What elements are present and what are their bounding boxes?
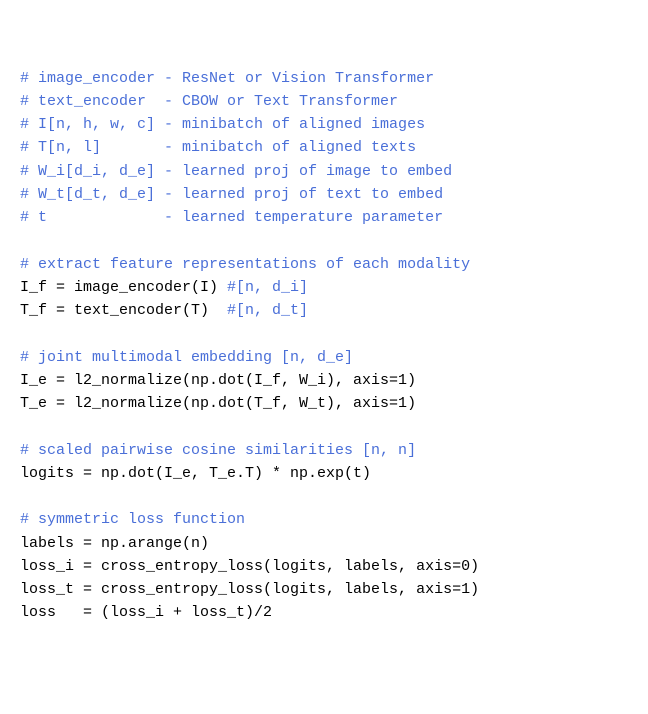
code-line: # W_t[d_t, d_e] - learned proj of text t…: [20, 183, 628, 206]
comment-text: # symmetric loss function: [20, 511, 245, 528]
code-line: T_f = text_encoder(T) #[n, d_t]: [20, 299, 628, 322]
comment-text: #[n, d_t]: [227, 302, 308, 319]
code-line: # W_i[d_i, d_e] - learned proj of image …: [20, 160, 628, 183]
code-line: I_f = image_encoder(I) #[n, d_i]: [20, 276, 628, 299]
code-line: # joint multimodal embedding [n, d_e]: [20, 346, 628, 369]
code-line: # t - learned temperature parameter: [20, 206, 628, 229]
comment-text: # text_encoder - CBOW or Text Transforme…: [20, 93, 398, 110]
code-line: I_e = l2_normalize(np.dot(I_f, W_i), axi…: [20, 369, 628, 392]
code-text: T_f = text_encoder(T): [20, 302, 227, 319]
code-line: [20, 485, 628, 508]
comment-text: # t - learned temperature parameter: [20, 209, 443, 226]
comment-text: # joint multimodal embedding [n, d_e]: [20, 349, 353, 366]
code-line: labels = np.arange(n): [20, 532, 628, 555]
code-text: loss_i = cross_entropy_loss(logits, labe…: [20, 558, 479, 575]
code-text: loss = (loss_i + loss_t)/2: [20, 604, 272, 621]
clip-pseudocode-listing: # image_encoder - ResNet or Vision Trans…: [20, 67, 628, 625]
code-text: labels = np.arange(n): [20, 535, 209, 552]
code-text: T_e = l2_normalize(np.dot(T_f, W_t), axi…: [20, 395, 416, 412]
comment-text: # I[n, h, w, c] - minibatch of aligned i…: [20, 116, 425, 133]
code-line: [20, 322, 628, 345]
code-text: I_f = image_encoder(I): [20, 279, 227, 296]
code-text: logits = np.dot(I_e, T_e.T) * np.exp(t): [20, 465, 371, 482]
code-line: [20, 229, 628, 252]
code-line: loss_i = cross_entropy_loss(logits, labe…: [20, 555, 628, 578]
code-line: # text_encoder - CBOW or Text Transforme…: [20, 90, 628, 113]
comment-text: #[n, d_i]: [227, 279, 308, 296]
code-line: loss_t = cross_entropy_loss(logits, labe…: [20, 578, 628, 601]
code-line: T_e = l2_normalize(np.dot(T_f, W_t), axi…: [20, 392, 628, 415]
code-text: I_e = l2_normalize(np.dot(I_f, W_i), axi…: [20, 372, 416, 389]
code-line: # T[n, l] - minibatch of aligned texts: [20, 136, 628, 159]
code-line: loss = (loss_i + loss_t)/2: [20, 601, 628, 624]
code-line: # extract feature representations of eac…: [20, 253, 628, 276]
comment-text: # scaled pairwise cosine similarities [n…: [20, 442, 416, 459]
code-text: loss_t = cross_entropy_loss(logits, labe…: [20, 581, 479, 598]
comment-text: # W_i[d_i, d_e] - learned proj of image …: [20, 163, 452, 180]
code-line: # symmetric loss function: [20, 508, 628, 531]
code-line: # image_encoder - ResNet or Vision Trans…: [20, 67, 628, 90]
code-line: # I[n, h, w, c] - minibatch of aligned i…: [20, 113, 628, 136]
code-line: logits = np.dot(I_e, T_e.T) * np.exp(t): [20, 462, 628, 485]
code-line: [20, 415, 628, 438]
comment-text: # extract feature representations of eac…: [20, 256, 470, 273]
comment-text: # T[n, l] - minibatch of aligned texts: [20, 139, 416, 156]
code-line: # scaled pairwise cosine similarities [n…: [20, 439, 628, 462]
comment-text: # image_encoder - ResNet or Vision Trans…: [20, 70, 434, 87]
comment-text: # W_t[d_t, d_e] - learned proj of text t…: [20, 186, 443, 203]
